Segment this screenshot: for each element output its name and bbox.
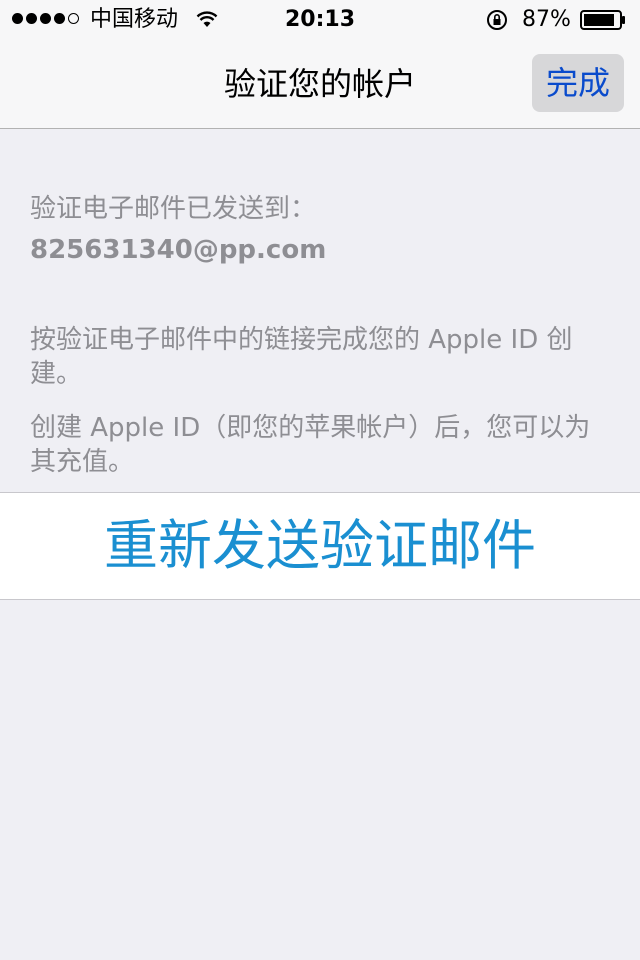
status-bar: 中国移动 20:13 87% xyxy=(0,0,640,40)
battery-percent: 87% xyxy=(522,7,571,32)
done-button[interactable]: 完成 xyxy=(532,54,624,112)
resend-email-button[interactable]: 重新发送验证邮件 xyxy=(0,492,640,600)
resend-email-label: 重新发送验证邮件 xyxy=(104,514,536,577)
navigation-bar: 验证您的帐户 完成 xyxy=(0,40,640,129)
instruction-text: 按验证电子邮件中的链接完成您的 Apple ID 创建。 xyxy=(30,325,573,389)
sent-to-label: 验证电子邮件已发送到： xyxy=(30,194,317,224)
email-address: 825631340@pp.com xyxy=(30,235,327,265)
battery-icon xyxy=(580,10,625,30)
rotation-lock-icon xyxy=(487,10,507,30)
top-up-note: 创建 Apple ID（即您的苹果帐户）后，您可以为其充值。 xyxy=(30,413,591,477)
